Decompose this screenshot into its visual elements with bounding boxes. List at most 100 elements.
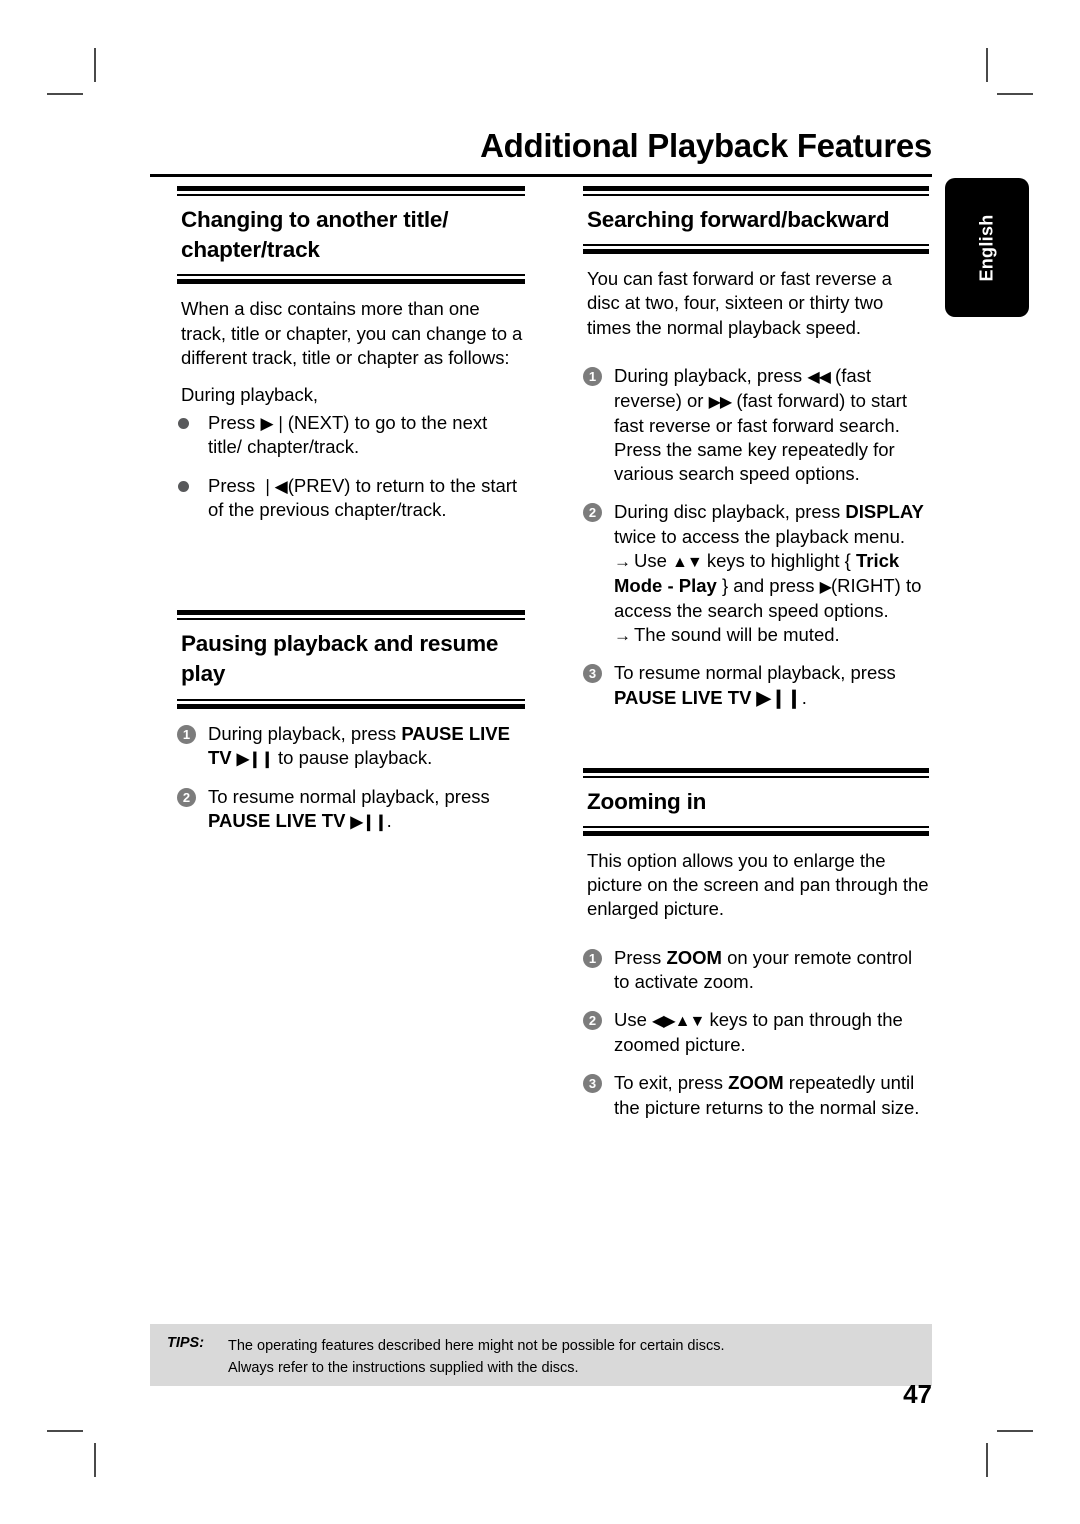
rule-below-heading	[177, 274, 525, 285]
section-searching: Searching forward/backward You can fast …	[583, 186, 929, 710]
rule-above-heading	[583, 767, 929, 778]
list-item: 1 During playback, press PAUSE LIVE TV ▶…	[177, 722, 525, 771]
fast-forward-icon: ▶▶	[708, 393, 733, 411]
list-item: 3 To exit, press ZOOM repeatedly until t…	[583, 1071, 929, 1119]
list-item: 3 To resume normal playback, press PAUSE…	[583, 661, 929, 709]
bullet-disc-icon	[178, 480, 189, 492]
section-pausing-playback: Pausing playback and resume play 1 Durin…	[177, 610, 525, 834]
heading-changing-title: Changing to another title/ chapter/track	[181, 207, 449, 263]
intro-paragraph: You can fast forward or fast reverse a d…	[587, 268, 892, 338]
step-key-label: PAUSE LIVE TV ▶❙❙	[614, 686, 802, 708]
step-text-1: Press	[614, 946, 667, 968]
list-item: 1 During playback, press ◀◀ (fast revers…	[583, 364, 929, 487]
page-number: 47	[903, 1379, 932, 1409]
bullet-disc-icon	[178, 418, 189, 430]
bullet-list: Press ▶❘(NEXT) to go to the next title/ …	[177, 411, 525, 522]
up-down-keys-icon: ▲▼	[672, 553, 703, 571]
next-track-icon: ▶❘	[260, 414, 288, 434]
bullet-text-pre: Press	[208, 412, 261, 434]
step-text-1: To resume normal playback, press	[614, 662, 896, 684]
step-text-2: .	[801, 686, 807, 708]
sub-note-text-3: } and press	[716, 574, 820, 596]
step-key-label: DISPLAY	[845, 501, 924, 523]
sub-note-text-1: Use	[634, 549, 673, 571]
rule-above-heading	[583, 186, 929, 196]
crop-mark-top-right-horizontal	[997, 93, 1033, 95]
step-text-1: Use	[614, 1009, 653, 1031]
step-text-1: To exit, press	[614, 1072, 729, 1094]
step-number-badge: 3	[583, 664, 602, 684]
tips-line-1: The operating features described here mi…	[228, 1338, 725, 1354]
step-number-badge: 1	[583, 366, 602, 386]
right-column: Searching forward/backward You can fast …	[583, 186, 929, 1120]
play-pause-icon: ▶❙❙	[350, 813, 388, 831]
crop-mark-top-left-horizontal	[47, 93, 83, 95]
sub-note-text-2: keys to highlight {	[701, 549, 856, 571]
rule-below-heading	[583, 244, 929, 255]
step-key-label: ZOOM	[666, 946, 722, 968]
list-item: 2 During disc playback, press DISPLAY tw…	[583, 500, 929, 647]
step-number-badge: 1	[583, 948, 602, 968]
page-title: Additional Playback Features	[480, 127, 932, 164]
rule-above-heading	[177, 610, 525, 621]
right-key-icon: ▶	[819, 578, 832, 596]
step-text-2: twice to access the playback menu.	[614, 525, 906, 547]
crop-mark-top-right-vertical	[986, 48, 988, 82]
list-item: Press ❘◀(PREV) to return to the start of…	[177, 474, 525, 523]
sub-note-text: The sound will be muted.	[634, 624, 840, 646]
language-tab: English	[945, 178, 1029, 317]
tips-label: TIPS:	[167, 1335, 205, 1351]
step-key-label: PAUSE LIVE TV	[208, 809, 351, 831]
step-key-label: ZOOM	[728, 1072, 784, 1094]
arrow-right-icon: →	[614, 626, 631, 646]
intro-paragraph: This option allows you to enlarge the pi…	[587, 849, 929, 920]
crop-mark-bottom-right-horizontal	[997, 1430, 1033, 1432]
step-number-badge: 2	[177, 787, 196, 807]
step-text-2: .	[386, 809, 392, 831]
direction-keys-icon: ◀▶▲▼	[652, 1013, 705, 1031]
step-number-badge: 2	[583, 1011, 602, 1031]
crop-mark-bottom-left-horizontal	[47, 1430, 83, 1432]
numbered-steps: 1 During playback, press PAUSE LIVE TV ▶…	[177, 722, 525, 834]
crop-mark-bottom-right-vertical	[986, 1443, 988, 1477]
lead-in-text: During playback,	[181, 383, 318, 405]
step-text-2: to pause playback.	[272, 746, 433, 768]
tips-content: The operating features described here mi…	[228, 1335, 918, 1379]
step-text-1: To resume normal playback, press	[208, 785, 490, 807]
heading-pausing-playback: Pausing playback and resume play	[181, 631, 499, 687]
page-title-rule	[150, 174, 932, 177]
numbered-steps: 1 During playback, press ◀◀ (fast revers…	[583, 364, 929, 710]
left-column: Changing to another title/ chapter/track…	[177, 186, 525, 834]
step-text-1: During playback, press	[208, 722, 402, 744]
prev-track-icon: ❘◀	[260, 476, 288, 496]
list-item: 2 To resume normal playback, press PAUSE…	[177, 785, 525, 834]
section-zooming-in: Zooming in This option allows you to enl…	[583, 767, 929, 1120]
step-number-badge: 1	[177, 724, 196, 744]
fast-reverse-icon: ◀◀	[807, 368, 831, 386]
section-changing-title: Changing to another title/ chapter/track…	[177, 186, 525, 522]
sub-note: → Use ▲▼ keys to highlight { Trick Mode -…	[614, 549, 929, 623]
heading-zooming-in: Zooming in	[587, 788, 707, 814]
arrow-right-icon: →	[614, 551, 631, 571]
step-number-badge: 3	[583, 1074, 602, 1094]
tips-box: TIPS: The operating features described h…	[150, 1324, 932, 1386]
section-intro-text: This option allows you to enlarge the pi…	[583, 849, 929, 922]
numbered-steps: 1 Press ZOOM on your remote control to a…	[583, 946, 929, 1120]
step-number-badge: 2	[583, 503, 602, 523]
list-item: 1 Press ZOOM on your remote control to a…	[583, 946, 929, 994]
list-item: 2 Use ◀▶▲▼ keys to pan through the zoome…	[583, 1008, 929, 1057]
play-pause-icon: ▶❙❙	[236, 750, 274, 768]
tips-line-2: Always refer to the instructions supplie…	[228, 1360, 579, 1377]
crop-mark-top-left-vertical	[94, 48, 96, 82]
step-text-1: During playback, press	[614, 364, 808, 386]
crop-mark-bottom-left-vertical	[94, 1443, 96, 1477]
heading-searching: Searching forward/backward	[587, 207, 890, 232]
step-text-1: During disc playback, press	[614, 501, 846, 523]
list-item: Press ▶❘(NEXT) to go to the next title/ …	[177, 411, 525, 460]
rule-below-heading	[177, 698, 525, 709]
rule-below-heading	[583, 825, 929, 836]
bullet-text-pre: Press	[208, 474, 261, 496]
sub-note: → The sound will be muted.	[614, 623, 929, 647]
section-intro-text: When a disc contains more than one track…	[177, 297, 525, 407]
section-intro-text: You can fast forward or fast reverse a d…	[583, 267, 929, 340]
